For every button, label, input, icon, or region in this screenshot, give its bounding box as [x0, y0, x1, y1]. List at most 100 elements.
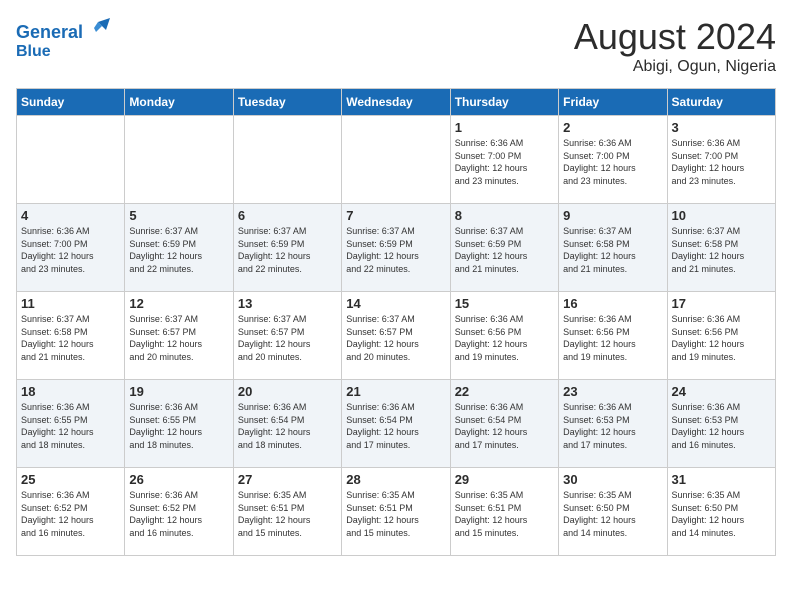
page-header: General Blue August 2024 Abigi, Ogun, Ni… — [16, 16, 776, 76]
logo-bird-icon — [90, 16, 112, 38]
calendar-week-row: 18 Sunrise: 6:36 AM Sunset: 6:55 PM Dayli… — [17, 380, 776, 468]
day-info: Sunrise: 6:36 AM Sunset: 7:00 PM Dayligh… — [672, 137, 771, 187]
weekday-header-monday: Monday — [125, 89, 233, 116]
logo: General Blue — [16, 16, 112, 60]
logo-general: General — [16, 22, 83, 42]
day-info: Sunrise: 6:36 AM Sunset: 6:54 PM Dayligh… — [346, 401, 445, 451]
day-number: 29 — [455, 472, 554, 487]
calendar-cell: 10 Sunrise: 6:37 AM Sunset: 6:58 PM Dayli… — [667, 204, 775, 292]
day-info: Sunrise: 6:37 AM Sunset: 6:57 PM Dayligh… — [238, 313, 337, 363]
day-info: Sunrise: 6:36 AM Sunset: 6:54 PM Dayligh… — [238, 401, 337, 451]
day-number: 6 — [238, 208, 337, 223]
day-number: 4 — [21, 208, 120, 223]
location: Abigi, Ogun, Nigeria — [574, 58, 776, 76]
day-number: 10 — [672, 208, 771, 223]
day-number: 14 — [346, 296, 445, 311]
day-info: Sunrise: 6:35 AM Sunset: 6:51 PM Dayligh… — [346, 489, 445, 539]
calendar-cell: 19Sunrise: 6:36 AM Sunset: 6:55 PM Dayli… — [125, 380, 233, 468]
calendar-week-row: 4 Sunrise: 6:36 AM Sunset: 7:00 PM Daylig… — [17, 204, 776, 292]
title-block: August 2024 Abigi, Ogun, Nigeria — [574, 16, 776, 76]
day-number: 20 — [238, 384, 337, 399]
day-info: Sunrise: 6:36 AM Sunset: 6:56 PM Dayligh… — [563, 313, 662, 363]
calendar-cell: 4 Sunrise: 6:36 AM Sunset: 7:00 PM Daylig… — [17, 204, 125, 292]
calendar-cell: 16 Sunrise: 6:36 AM Sunset: 6:56 PM Dayli… — [559, 292, 667, 380]
calendar-cell: 29Sunrise: 6:35 AM Sunset: 6:51 PM Dayli… — [450, 468, 558, 556]
day-info: Sunrise: 6:35 AM Sunset: 6:51 PM Dayligh… — [238, 489, 337, 539]
calendar-cell — [233, 116, 341, 204]
day-info: Sunrise: 6:36 AM Sunset: 6:56 PM Dayligh… — [672, 313, 771, 363]
day-info: Sunrise: 6:36 AM Sunset: 6:55 PM Dayligh… — [21, 401, 120, 451]
day-info: Sunrise: 6:36 AM Sunset: 6:56 PM Dayligh… — [455, 313, 554, 363]
day-number: 17 — [672, 296, 771, 311]
day-number: 26 — [129, 472, 228, 487]
logo-text: General — [16, 16, 112, 43]
day-info: Sunrise: 6:37 AM Sunset: 6:58 PM Dayligh… — [672, 225, 771, 275]
day-number: 7 — [346, 208, 445, 223]
calendar-cell: 31 Sunrise: 6:35 AM Sunset: 6:50 PM Dayli… — [667, 468, 775, 556]
day-number: 3 — [672, 120, 771, 135]
day-info: Sunrise: 6:37 AM Sunset: 6:59 PM Dayligh… — [129, 225, 228, 275]
day-number: 16 — [563, 296, 662, 311]
calendar-cell: 9Sunrise: 6:37 AM Sunset: 6:58 PM Daylig… — [559, 204, 667, 292]
calendar-cell: 15 Sunrise: 6:36 AM Sunset: 6:56 PM Dayli… — [450, 292, 558, 380]
day-number: 21 — [346, 384, 445, 399]
day-number: 11 — [21, 296, 120, 311]
day-number: 5 — [129, 208, 228, 223]
calendar-cell: 8 Sunrise: 6:37 AM Sunset: 6:59 PM Daylig… — [450, 204, 558, 292]
calendar-cell: 25 Sunrise: 6:36 AM Sunset: 6:52 PM Dayli… — [17, 468, 125, 556]
day-info: Sunrise: 6:36 AM Sunset: 6:54 PM Dayligh… — [455, 401, 554, 451]
weekday-header-friday: Friday — [559, 89, 667, 116]
calendar-week-row: 1 Sunrise: 6:36 AM Sunset: 7:00 PM Daylig… — [17, 116, 776, 204]
calendar-cell: 28Sunrise: 6:35 AM Sunset: 6:51 PM Dayli… — [342, 468, 450, 556]
day-number: 19 — [129, 384, 228, 399]
day-number: 25 — [21, 472, 120, 487]
calendar-cell — [17, 116, 125, 204]
day-number: 1 — [455, 120, 554, 135]
calendar-week-row: 11 Sunrise: 6:37 AM Sunset: 6:58 PM Dayli… — [17, 292, 776, 380]
day-info: Sunrise: 6:37 AM Sunset: 6:59 PM Dayligh… — [455, 225, 554, 275]
calendar-cell: 22 Sunrise: 6:36 AM Sunset: 6:54 PM Dayli… — [450, 380, 558, 468]
day-info: Sunrise: 6:37 AM Sunset: 6:59 PM Dayligh… — [238, 225, 337, 275]
day-number: 24 — [672, 384, 771, 399]
calendar-cell: 14Sunrise: 6:37 AM Sunset: 6:57 PM Dayli… — [342, 292, 450, 380]
day-number: 13 — [238, 296, 337, 311]
weekday-header-sunday: Sunday — [17, 89, 125, 116]
calendar-week-row: 25 Sunrise: 6:36 AM Sunset: 6:52 PM Dayli… — [17, 468, 776, 556]
day-info: Sunrise: 6:37 AM Sunset: 6:57 PM Dayligh… — [129, 313, 228, 363]
calendar-cell: 23Sunrise: 6:36 AM Sunset: 6:53 PM Dayli… — [559, 380, 667, 468]
day-info: Sunrise: 6:36 AM Sunset: 6:53 PM Dayligh… — [563, 401, 662, 451]
calendar-cell: 2Sunrise: 6:36 AM Sunset: 7:00 PM Daylig… — [559, 116, 667, 204]
day-info: Sunrise: 6:37 AM Sunset: 6:58 PM Dayligh… — [563, 225, 662, 275]
calendar-cell — [342, 116, 450, 204]
calendar-cell: 18 Sunrise: 6:36 AM Sunset: 6:55 PM Dayli… — [17, 380, 125, 468]
day-number: 31 — [672, 472, 771, 487]
day-number: 15 — [455, 296, 554, 311]
calendar-cell: 6 Sunrise: 6:37 AM Sunset: 6:59 PM Daylig… — [233, 204, 341, 292]
calendar-cell: 21 Sunrise: 6:36 AM Sunset: 6:54 PM Dayli… — [342, 380, 450, 468]
day-info: Sunrise: 6:35 AM Sunset: 6:50 PM Dayligh… — [563, 489, 662, 539]
calendar-cell: 20 Sunrise: 6:36 AM Sunset: 6:54 PM Dayli… — [233, 380, 341, 468]
calendar-cell: 26 Sunrise: 6:36 AM Sunset: 6:52 PM Dayli… — [125, 468, 233, 556]
calendar-table: SundayMondayTuesdayWednesdayThursdayFrid… — [16, 88, 776, 556]
weekday-header-thursday: Thursday — [450, 89, 558, 116]
day-number: 12 — [129, 296, 228, 311]
day-number: 18 — [21, 384, 120, 399]
day-number: 30 — [563, 472, 662, 487]
calendar-cell: 1 Sunrise: 6:36 AM Sunset: 7:00 PM Daylig… — [450, 116, 558, 204]
day-info: Sunrise: 6:35 AM Sunset: 6:50 PM Dayligh… — [672, 489, 771, 539]
day-info: Sunrise: 6:37 AM Sunset: 6:58 PM Dayligh… — [21, 313, 120, 363]
calendar-cell: 7 Sunrise: 6:37 AM Sunset: 6:59 PM Daylig… — [342, 204, 450, 292]
calendar-cell: 5 Sunrise: 6:37 AM Sunset: 6:59 PM Daylig… — [125, 204, 233, 292]
day-info: Sunrise: 6:36 AM Sunset: 6:52 PM Dayligh… — [21, 489, 120, 539]
day-info: Sunrise: 6:36 AM Sunset: 7:00 PM Dayligh… — [21, 225, 120, 275]
day-info: Sunrise: 6:36 AM Sunset: 7:00 PM Dayligh… — [455, 137, 554, 187]
calendar-cell — [125, 116, 233, 204]
day-number: 22 — [455, 384, 554, 399]
calendar-cell: 30 Sunrise: 6:35 AM Sunset: 6:50 PM Dayli… — [559, 468, 667, 556]
calendar-cell: 24Sunrise: 6:36 AM Sunset: 6:53 PM Dayli… — [667, 380, 775, 468]
calendar-cell: 13 Sunrise: 6:37 AM Sunset: 6:57 PM Dayli… — [233, 292, 341, 380]
day-info: Sunrise: 6:36 AM Sunset: 6:52 PM Dayligh… — [129, 489, 228, 539]
calendar-cell: 3 Sunrise: 6:36 AM Sunset: 7:00 PM Daylig… — [667, 116, 775, 204]
day-number: 8 — [455, 208, 554, 223]
day-info: Sunrise: 6:37 AM Sunset: 6:59 PM Dayligh… — [346, 225, 445, 275]
